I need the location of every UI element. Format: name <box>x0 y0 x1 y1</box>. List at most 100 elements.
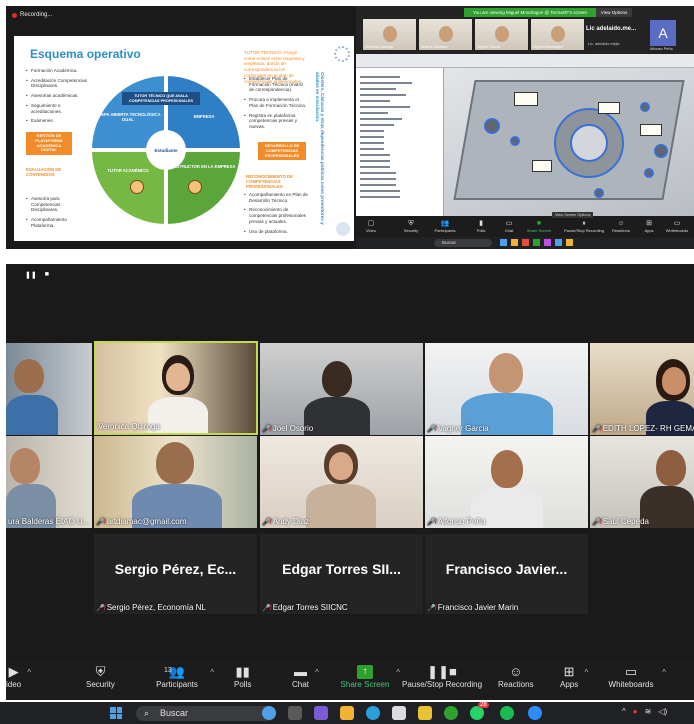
apps-button[interactable]: ⊞ Apps ^ <box>560 664 588 689</box>
participant-name: 🎤̸ Francisco Javier Marin <box>427 603 519 612</box>
slide-right-item: Establecer Plan de Formación Técnica (ma… <box>244 76 308 93</box>
mini-video-tile[interactable]: Andrés Sánchez <box>418 18 473 51</box>
reactions-icon: ☺ <box>617 220 625 227</box>
share-tb-chat[interactable]: ▭ Chat <box>494 219 524 233</box>
share-view-screen-options[interactable]: View Screen Options <box>552 212 594 218</box>
slide-left-list: Formación Académica. Acreditación Compet… <box>26 68 88 128</box>
store-icon[interactable] <box>392 706 406 720</box>
participant-display-name: Edgar Torres SII... <box>282 561 401 577</box>
stop-icon[interactable]: ■ <box>45 271 49 279</box>
polls-icon: ▮▮ <box>235 664 250 679</box>
chevron-up-icon: ^ <box>622 707 626 716</box>
slide-box-desarrollo: DESARROLLO DE COMPETENCIAS PROFESIONALES <box>258 142 306 161</box>
mic-muted-icon: 🎤̸ <box>96 518 105 526</box>
participant-name: 🎤̸ artdiamac@gmail.com <box>96 517 187 526</box>
video-tile-camera-off[interactable]: Edgar Torres SII... 🎤̸ Edgar Torres SIICN… <box>260 534 423 614</box>
gallery-view-controls[interactable]: ❚❚ ■ <box>25 271 49 279</box>
chevron-up-icon[interactable]: ^ <box>315 668 319 677</box>
security-button[interactable]: ⛨ Security <box>86 664 115 689</box>
reactions-button[interactable]: ☺ Reactions <box>498 664 534 689</box>
polls-button[interactable]: ▮▮ Polls <box>234 664 251 689</box>
video-button[interactable]: ▶ ideo ^ <box>6 664 31 689</box>
chevron-up-icon[interactable]: ^ <box>396 668 400 677</box>
mic-muted-icon: 🎤̸ <box>427 518 436 526</box>
chevron-up-icon[interactable]: ^ <box>210 668 214 677</box>
slide-right-item: Acompañamiento en Plan de Desarrollo Téc… <box>244 192 308 203</box>
apps-grid-icon: ⊞ <box>563 664 575 679</box>
share-tb-reactions[interactable]: ☺ Reactions <box>606 219 636 233</box>
cad-toolbar[interactable] <box>356 54 694 68</box>
pause-stop-icon: ⏸ <box>582 220 586 227</box>
share-tb-polls[interactable]: ▮ Polls <box>466 219 496 233</box>
teams-chat-icon[interactable] <box>314 706 328 720</box>
chevron-up-icon[interactable]: ^ <box>662 668 666 677</box>
mini-video-tile[interactable]: Miguel Mondragón <box>530 18 585 51</box>
view-options-button[interactable]: View Options <box>596 8 632 17</box>
taskbar-search-box[interactable]: ⌕ Buscar <box>136 706 276 721</box>
slide-title: Esquema operativo <box>30 47 141 61</box>
pause-stop-recording-button[interactable]: ❚❚■ Pause/Stop Recording <box>402 664 482 689</box>
slide-left-list-bottom: Asesoría para Competencias Disciplinares… <box>26 196 88 233</box>
file-explorer-icon[interactable] <box>340 706 354 720</box>
chat-bubble-icon: ▬ <box>293 664 307 679</box>
bing-icon[interactable] <box>262 706 276 720</box>
video-tile-camera-off[interactable]: Sergio Pérez, Ec... 🎤̸ Sergio Pérez, Econ… <box>94 534 257 614</box>
microphone-icon: ● <box>632 707 638 716</box>
share-screen-arrow-icon: ↑ <box>357 665 373 679</box>
slide-right-item: Procura e implementa el Plan de Formació… <box>244 97 308 108</box>
mini-avatar-name: Alfonso Peña <box>650 47 673 51</box>
video-tile-camera-off[interactable]: Francisco Javier... 🎤̸ Francisco Javier M… <box>425 534 588 614</box>
video-tile-active-speaker[interactable]: Veronica Quiroga <box>94 341 258 435</box>
mini-avatar[interactable]: A <box>650 20 676 46</box>
share-tb-video[interactable]: ▢ Video <box>356 219 386 233</box>
screen-root: Recording... Esquema operativo Formación… <box>0 0 694 724</box>
video-tile[interactable]: 🎤̸ Saul Cepeda <box>590 436 694 528</box>
slide-left-item: Exámenes. <box>26 118 88 124</box>
share-tb-recording[interactable]: ⏸ Pause/Stop Recording <box>562 219 606 233</box>
video-tile[interactable]: 🎤̸ Andy Diaz <box>260 436 423 528</box>
chevron-up-icon[interactable]: ^ <box>27 668 31 677</box>
chrome-icon[interactable] <box>444 706 458 720</box>
task-view-icon[interactable] <box>288 706 302 720</box>
participants-button[interactable]: 👥 13 Participants ^ <box>150 664 214 689</box>
video-tile[interactable]: 🎤̸ Joel Osorio <box>260 343 423 435</box>
mic-muted-icon: 🎤̸ <box>262 425 271 433</box>
video-tile[interactable]: ura Balderas EIAO U... <box>6 436 92 528</box>
whiteboards-button[interactable]: ▭ Whiteboards ^ <box>606 664 666 689</box>
share-tb-whiteboards[interactable]: ▭ Whiteboards <box>662 219 692 233</box>
spotify-icon[interactable] <box>500 706 514 720</box>
slide-right-list-bottom: Acompañamiento en Plan de Desarrollo Téc… <box>244 192 308 238</box>
video-camera-icon: ▶ <box>8 664 19 679</box>
slide-left-item: Seguimiento o acreditaciones. <box>26 103 88 114</box>
video-tile[interactable] <box>6 343 92 435</box>
share-tb-security[interactable]: ⛨ Security <box>396 219 426 233</box>
pause-icon[interactable]: ❚❚ <box>25 271 37 279</box>
video-tile[interactable]: 🎤̸ artdiamac@gmail.com <box>94 436 257 528</box>
share-tb-participants[interactable]: 👥 Participants <box>430 219 460 233</box>
chevron-up-icon[interactable]: ^ <box>584 668 588 677</box>
zoom-icon[interactable] <box>528 706 542 720</box>
presentation-slide: Esquema operativo Formación Académica. A… <box>14 36 354 241</box>
mini-tile-name-lic: Lic adelaido.me... <box>586 26 637 32</box>
video-tile[interactable]: 🎤̸ EDITH LOPEZ- RH GEMAI <box>590 343 694 435</box>
whatsapp-icon[interactable]: 28 <box>470 702 489 720</box>
share-tb-apps[interactable]: ⊞ Apps <box>634 219 664 233</box>
edge-icon[interactable] <box>366 706 380 720</box>
share-tb-share-screen[interactable]: ■ Share Screen <box>524 219 554 233</box>
chat-button[interactable]: ▬ Chat ^ <box>292 664 319 689</box>
system-tray[interactable]: ^ ● ≋ ◁) <box>622 707 667 716</box>
whiteboard-icon: ▭ <box>673 220 681 227</box>
share-screen-button[interactable]: ↑ Share Screen ^ <box>340 664 400 689</box>
academic-tutor-person-icon <box>130 180 144 194</box>
video-tile[interactable]: 🎤̸ Alfonso Peña <box>425 436 588 528</box>
shield-icon: ⛨ <box>95 664 106 679</box>
sticky-notes-icon[interactable] <box>418 706 432 720</box>
slide-vertical-caption: Clústers, Cámaras y otras dependencias p… <box>315 72 325 225</box>
mini-video-tile[interactable]: Vagner García <box>474 18 529 51</box>
mini-video-tile[interactable]: Veronica Quiroga <box>362 18 417 51</box>
mic-muted-icon: 🎤̸ <box>96 604 105 612</box>
cad-3d-viewport[interactable] <box>444 68 694 216</box>
video-tile[interactable]: 🎤̸ Vagner Garcia <box>425 343 588 435</box>
windows-start-icon[interactable] <box>110 707 122 719</box>
cad-feature-tree[interactable] <box>356 68 444 216</box>
